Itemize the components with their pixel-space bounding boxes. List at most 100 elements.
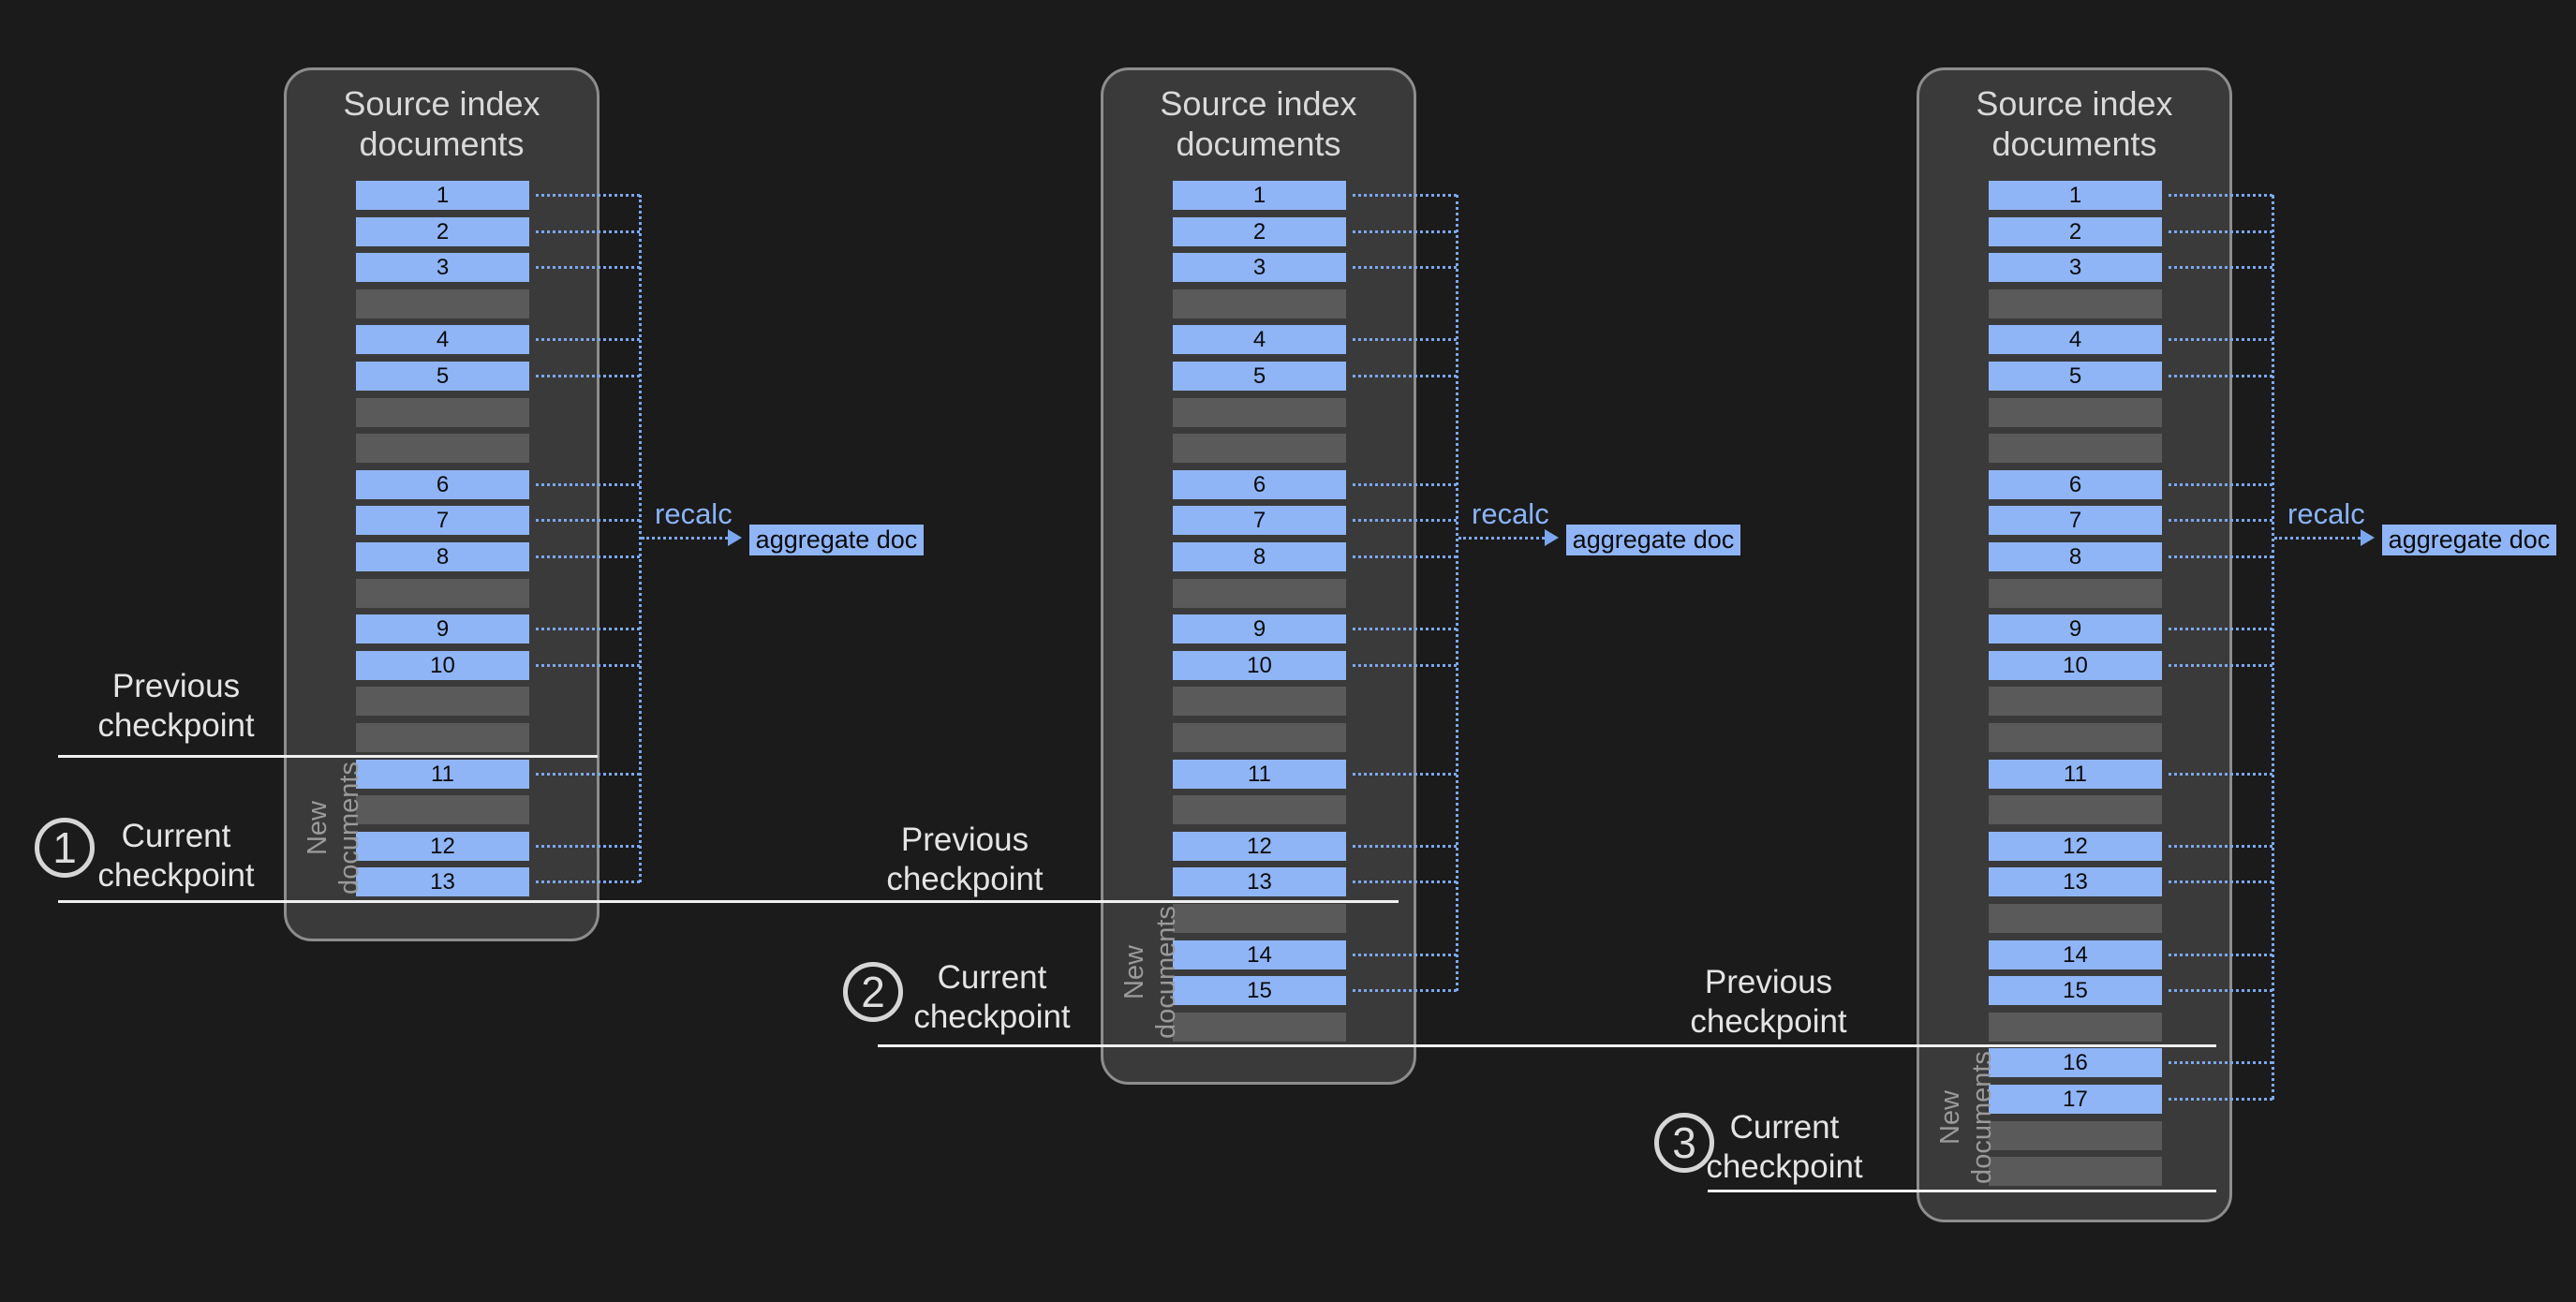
empty-slot-bar <box>1989 687 2162 716</box>
checkpoint-number-badge-1: 1 <box>35 818 95 878</box>
empty-slot-bar <box>1173 434 1346 463</box>
doc-number: 10 <box>356 651 529 680</box>
doc-bar-6: 6 <box>1989 470 2162 499</box>
doc-bar-10: 10 <box>1989 651 2162 680</box>
previous-checkpoint-label-1: Previouscheckpoint <box>45 667 307 746</box>
empty-slot-bar <box>1989 1013 2162 1042</box>
doc-bar-1: 1 <box>356 181 529 210</box>
doc-number: 7 <box>1173 506 1346 535</box>
doc-bar-5: 5 <box>1173 362 1346 391</box>
doc-connector-line <box>1353 194 1457 197</box>
doc-connector-line <box>2169 338 2273 341</box>
doc-number: 2 <box>356 217 529 246</box>
doc-connector-line <box>536 194 640 197</box>
empty-slot-bar <box>1989 434 2162 463</box>
recalc-arrow <box>2274 537 2361 540</box>
doc-bar-11: 11 <box>356 760 529 789</box>
doc-connector-line <box>2169 483 2273 486</box>
aggregate-doc-box: aggregate doc <box>2382 525 2556 555</box>
doc-connector-line <box>2169 519 2273 522</box>
doc-bar-14: 14 <box>1173 940 1346 969</box>
doc-bar-11: 11 <box>1173 760 1346 789</box>
doc-connector-line <box>1353 338 1457 341</box>
doc-connector-line <box>1353 628 1457 630</box>
recalc-arrowhead <box>2361 529 2375 546</box>
doc-connector-line <box>536 880 640 883</box>
recalc-arrowhead <box>728 529 742 546</box>
doc-connector-line <box>536 338 640 341</box>
new-documents-label-line: documents <box>333 753 365 903</box>
doc-connector-line <box>1353 845 1457 848</box>
doc-connector-line <box>1353 266 1457 269</box>
doc-bar-11: 11 <box>1989 760 2162 789</box>
doc-bar-15: 15 <box>1989 976 2162 1005</box>
doc-number: 1 <box>1989 181 2162 210</box>
doc-bar-1: 1 <box>1989 181 2162 210</box>
empty-slot-bar <box>1989 398 2162 427</box>
empty-slot-bar <box>1989 579 2162 608</box>
empty-slot-bar <box>1989 723 2162 752</box>
empty-slot-bar <box>1173 795 1346 824</box>
empty-slot-bar <box>356 723 529 752</box>
doc-number: 10 <box>1989 651 2162 680</box>
empty-slot-bar <box>1989 795 2162 824</box>
doc-connector-line <box>536 555 640 558</box>
doc-number: 4 <box>356 325 529 354</box>
doc-connector-line <box>1353 555 1457 558</box>
doc-connector-line <box>2169 628 2273 630</box>
previous-checkpoint-label-line: Previous <box>45 667 307 706</box>
empty-slot-bar <box>1173 289 1346 318</box>
panel-title: Source indexdocuments <box>1101 83 1416 164</box>
previous-checkpoint-label-line: Previous <box>834 821 1096 860</box>
doc-bar-14: 14 <box>1989 940 2162 969</box>
doc-number: 15 <box>1173 976 1346 1005</box>
doc-bar-5: 5 <box>1989 362 2162 391</box>
doc-number: 8 <box>356 542 529 571</box>
doc-connector-line <box>2169 664 2273 667</box>
collector-line <box>2272 195 2274 1100</box>
doc-bar-7: 7 <box>1173 506 1346 535</box>
empty-slot-bar <box>1173 687 1346 716</box>
doc-bar-4: 4 <box>1173 325 1346 354</box>
doc-connector-line <box>2169 375 2273 377</box>
doc-number: 3 <box>1989 253 2162 282</box>
doc-connector-line <box>2169 845 2273 848</box>
doc-connector-line <box>536 375 640 377</box>
doc-bar-6: 6 <box>1173 470 1346 499</box>
doc-bar-13: 13 <box>356 867 529 896</box>
doc-connector-line <box>1353 954 1457 956</box>
panel-title: Source indexdocuments <box>284 83 600 164</box>
empty-slot-bar <box>356 687 529 716</box>
doc-bar-16: 16 <box>1989 1048 2162 1077</box>
doc-bar-7: 7 <box>356 506 529 535</box>
doc-bar-8: 8 <box>1989 542 2162 571</box>
recalc-arrowhead <box>1545 529 1559 546</box>
doc-bar-2: 2 <box>1173 217 1346 246</box>
doc-connector-line <box>2169 954 2273 956</box>
doc-connector-line <box>1353 880 1457 883</box>
doc-bar-1: 1 <box>1173 181 1346 210</box>
panel-title-line: documents <box>284 124 600 164</box>
doc-connector-line <box>1353 483 1457 486</box>
doc-number: 11 <box>356 760 529 789</box>
new-documents-label-line: New <box>1118 897 1150 1047</box>
empty-slot-bar <box>1173 1013 1346 1042</box>
empty-slot-bar <box>356 398 529 427</box>
doc-connector-line <box>1353 664 1457 667</box>
new-documents-label: Newdocuments <box>1118 897 1184 1047</box>
doc-bar-6: 6 <box>356 470 529 499</box>
doc-bar-10: 10 <box>1173 651 1346 680</box>
doc-connector-line <box>536 266 640 269</box>
empty-slot-bar <box>356 434 529 463</box>
doc-bar-2: 2 <box>1989 217 2162 246</box>
doc-connector-line <box>2169 773 2273 776</box>
doc-number: 10 <box>1173 651 1346 680</box>
previous-checkpoint-label-line: checkpoint <box>1637 1002 1900 1042</box>
panel-title-line: Source index <box>1101 83 1416 124</box>
doc-number: 1 <box>1173 181 1346 210</box>
doc-connector-line <box>2169 194 2273 197</box>
empty-slot-bar <box>1989 1157 2162 1186</box>
doc-number: 13 <box>1989 867 2162 896</box>
empty-slot-bar <box>1989 1121 2162 1150</box>
doc-number: 6 <box>1989 470 2162 499</box>
